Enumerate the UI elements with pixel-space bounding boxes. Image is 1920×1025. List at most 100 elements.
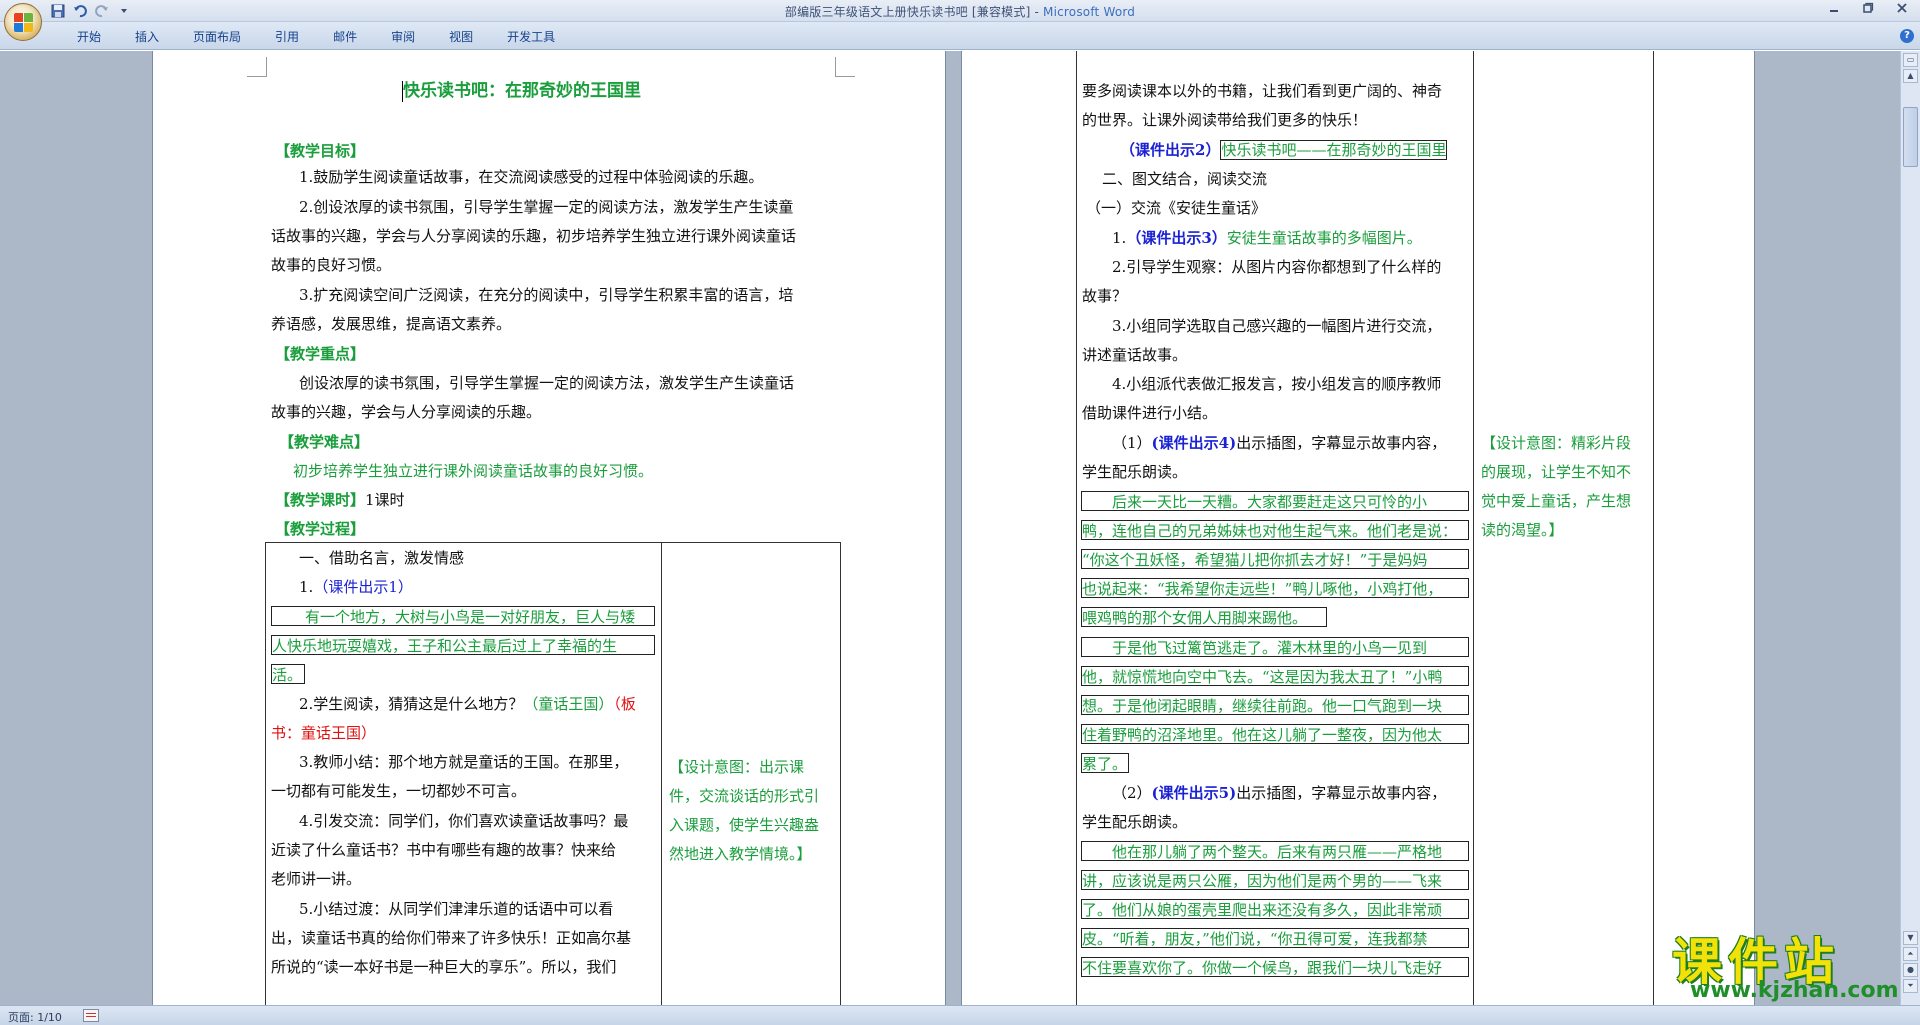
ruler-toggle-icon[interactable]: ▭ [1903, 53, 1918, 67]
answer-text: （童话王国） [523, 695, 614, 713]
table-line: 要多阅读课本以外的书籍，让我们看到更广阔的、神奇 [1082, 82, 1443, 100]
restore-icon[interactable] [1858, 2, 1878, 18]
key-points-line-1: 创设浓厚的读书氛围，引导学生掌握一定的阅读方法，激发学生产生读童话 [299, 374, 795, 392]
design-note-line: 入课题，使学生兴趣盎 [669, 816, 820, 834]
table-column-divider [1473, 51, 1474, 1005]
story-text-box: 后来一天比一天糟。大家都要赶走这只可怜的小 [1081, 491, 1469, 511]
table-line: 学生配乐朗读。 [1082, 463, 1188, 481]
item-number: （1） [1112, 434, 1152, 452]
subsection-heading: （一）交流《安徒生童话》 [1086, 199, 1267, 217]
scroll-up-icon[interactable]: ▲ [1903, 69, 1918, 83]
table-line: 2.学生阅读，猜猜这是什么地方？（童话王国）（板 [299, 694, 636, 714]
table-line: 学生配乐朗读。 [1082, 813, 1188, 831]
story-text-box: 想。于是他闭起眼睛，继续往前跑。他一口气跑到一块 [1081, 695, 1469, 715]
story-text-box: 皮。“听着，朋友，”他们说，“你丑得可爱，连我都禁 [1081, 928, 1469, 948]
table-line: 所说的“读一本好书是一种巨大的享乐”。所以，我们 [271, 958, 617, 976]
table-line: 出，读童话书真的给你们带来了许多快乐！正如高尔基 [271, 929, 632, 947]
board-note: （板 [613, 695, 636, 713]
table-line: 5.小结过渡：从同学们津津乐道的话语中可以看 [299, 900, 614, 918]
table-line: 一、借助名言，激发情感 [299, 549, 465, 567]
tab-insert[interactable]: 插入 [118, 28, 176, 46]
scroll-thumb[interactable] [1903, 107, 1918, 167]
title-bar: 部编版三年级语文上册快乐读书吧 [兼容模式] - Microsoft Word [0, 0, 1920, 22]
tab-home[interactable]: 开始 [60, 28, 118, 46]
doc-title: 快乐读书吧：在那奇妙的王国里 [403, 81, 641, 101]
window-title: 部编版三年级语文上册快乐读书吧 [兼容模式] - Microsoft Word [0, 3, 1920, 20]
table-line: （课件出示2）快乐读书吧——在那奇妙的王国里 [1120, 140, 1448, 160]
design-note-line: 件，交流谈话的形式引 [669, 787, 820, 805]
table-line: 1.（课件出示3）安徒生童话故事的多幅图片。 [1112, 228, 1422, 248]
page-indicator[interactable]: 页面: 1/10 [8, 1009, 62, 1025]
design-note-line: 读的渴望。】 [1481, 521, 1564, 539]
courseware-description: 出示插图，字幕显示故事内容， [1236, 434, 1447, 452]
close-icon[interactable] [1892, 2, 1912, 18]
document-page-1[interactable]: 快乐读书吧：在那奇妙的王国里 【教学目标】 1.鼓励学生阅读童话故事，在交流阅读… [153, 51, 945, 1005]
story-text-box: 他在那儿躺了两个整天。后来有两只雁——严格地 [1081, 841, 1469, 861]
design-note-line: 的展现，让学生不知不 [1481, 463, 1632, 481]
quick-access-toolbar [50, 2, 132, 20]
document-page-2[interactable]: 要多阅读课本以外的书籍，让我们看到更广阔的、神奇 的世界。让课外阅读带给我们更多… [962, 51, 1754, 1005]
courseware-label: （课件出示1） [313, 578, 413, 596]
table-line: 借助课件进行小结。 [1082, 404, 1218, 422]
hours-value: 1课时 [365, 491, 405, 509]
story-text-box: 活。 [271, 664, 305, 684]
story-text-box: 也说起来：“我希望你走远些！”鸭儿啄他，小鸡打他， [1081, 578, 1469, 598]
story-line: 后来一天比一天糟。大家都要赶走这只可怜的小 [1112, 493, 1428, 511]
table-line: 2.引导学生观察：从图片内容你都想到了什么样的 [1112, 258, 1442, 276]
table-line: 3.教师小结：那个地方就是童话的王国。在那里， [299, 753, 629, 771]
item-number: （2） [1112, 784, 1152, 802]
table-line: 的世界。让课外阅读带给我们更多的快乐！ [1082, 111, 1368, 129]
watermark-url: www.kjzhan.com [1690, 978, 1899, 1003]
vertical-scrollbar[interactable]: ▭ ▲ ▼ ⏶ ● ⏷ [1900, 51, 1920, 1005]
tab-mailings[interactable]: 邮件 [316, 28, 374, 46]
hours-heading: 【教学课时】 [275, 491, 366, 509]
previous-page-icon[interactable]: ⏶ [1903, 947, 1918, 961]
document-workspace[interactable]: 快乐读书吧：在那奇妙的王国里 【教学目标】 1.鼓励学生阅读童话故事，在交流阅读… [0, 51, 1900, 1005]
story-line: 他在那儿躺了两个整天。后来有两只雁——严格地 [1112, 843, 1443, 861]
save-icon[interactable] [50, 3, 66, 19]
goal-heading: 【教学目标】 [275, 142, 366, 160]
undo-icon[interactable] [72, 3, 88, 19]
goal-2-line-3: 故事的良好习惯。 [271, 256, 392, 274]
status-bar: 页面: 1/10 [0, 1005, 1920, 1025]
tab-review[interactable]: 审阅 [374, 28, 432, 46]
hours-row: 【教学课时】1课时 [275, 490, 405, 510]
tab-references[interactable]: 引用 [258, 28, 316, 46]
browse-object-icon[interactable]: ● [1903, 963, 1918, 977]
story-text-box: 他，就惊慌地向空中飞去。“这是因为我太丑了！”小鸭 [1081, 666, 1469, 686]
title-separator: - [1030, 5, 1044, 19]
table-line: 故事？ [1082, 287, 1128, 305]
story-text-box: 于是他飞过篱笆逃走了。灌木林里的小鸟一见到 [1081, 637, 1469, 657]
story-line: 于是他飞过篱笆逃走了。灌木林里的小鸟一见到 [1112, 639, 1428, 657]
ribbon-tabs: 开始 插入 页面布局 引用 邮件 审阅 视图 开发工具 [60, 28, 572, 46]
proofing-icon[interactable] [83, 1009, 99, 1022]
item-number: 1. [299, 578, 314, 596]
customize-icon[interactable] [116, 3, 132, 19]
key-points-heading: 【教学重点】 [275, 345, 366, 363]
courseware-title-box: 快乐读书吧——在那奇妙的王国里 [1220, 140, 1448, 160]
minimize-icon[interactable] [1824, 2, 1844, 18]
key-points-line-2: 故事的兴趣，学会与人分享阅读的乐趣。 [271, 403, 542, 421]
design-note-line: 觉中爱上童话，产生想 [1481, 492, 1632, 510]
redo-icon[interactable] [94, 3, 110, 19]
courseware-description: 安徒生童话故事的多幅图片。 [1226, 229, 1422, 247]
next-page-icon[interactable]: ⏷ [1903, 979, 1918, 993]
story-text-box: 喂鸡鸭的那个女佣人用脚来踢他。 [1081, 607, 1327, 627]
table-line: （2）(课件出示5)出示插图，字幕显示故事内容， [1112, 783, 1446, 803]
table-line: 4.引发交流：同学们，你们喜欢读童话故事吗？最 [299, 812, 629, 830]
crop-mark [835, 57, 855, 77]
office-button[interactable] [4, 3, 42, 41]
tab-page-layout[interactable]: 页面布局 [176, 28, 258, 46]
difficulty-heading: 【教学难点】 [279, 433, 370, 451]
story-text-box: 住着野鸭的沼泽地里。他在这儿躺了一整夜，因为他太 [1081, 724, 1469, 744]
goal-1: 1.鼓励学生阅读童话故事，在交流阅读感受的过程中体验阅读的乐趣。 [299, 168, 764, 186]
window-controls [1824, 2, 1912, 18]
goal-3-line-1: 3.扩充阅读空间广泛阅读，在充分的阅读中，引导学生积累丰富的语言，培 [299, 286, 794, 304]
help-icon[interactable]: ? [1900, 29, 1914, 43]
scroll-down-icon[interactable]: ▼ [1903, 931, 1918, 945]
table-line: 4.小组派代表做汇报发言，按小组发言的顺序教师 [1112, 375, 1442, 393]
tab-view[interactable]: 视图 [432, 28, 490, 46]
design-note-line: 然地进入教学情境。】 [669, 845, 812, 863]
goal-3-line-2: 养语感，发展思维，提高语文素养。 [271, 315, 512, 333]
tab-developer[interactable]: 开发工具 [490, 28, 572, 46]
